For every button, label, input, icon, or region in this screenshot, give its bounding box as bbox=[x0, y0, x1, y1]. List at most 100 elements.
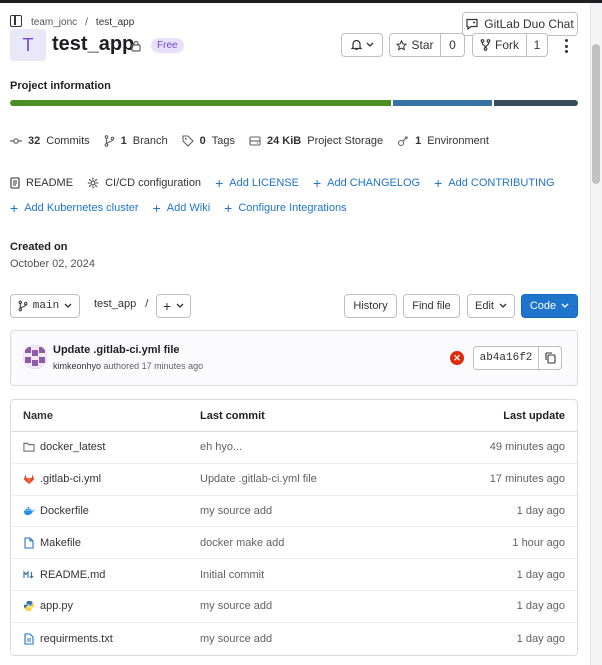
file-name[interactable]: .gitlab-ci.yml bbox=[40, 473, 101, 485]
branch-name: main bbox=[32, 300, 60, 312]
cicd-label: CI/CD configuration bbox=[105, 177, 202, 189]
add-changelog-link[interactable]: + Add CHANGELOG bbox=[313, 175, 420, 191]
add-wiki-link[interactable]: + Add Wiki bbox=[153, 200, 211, 216]
table-row[interactable]: README.md Initial commit 1 day ago bbox=[11, 559, 577, 591]
language-bar-segment bbox=[393, 100, 492, 106]
project-title: test_app bbox=[52, 33, 135, 55]
add-license-link[interactable]: + Add LICENSE bbox=[215, 175, 299, 191]
code-button[interactable]: Code bbox=[521, 294, 578, 318]
fork-button[interactable]: Fork bbox=[472, 33, 527, 57]
folder-icon bbox=[23, 443, 35, 453]
duo-chat-label: GitLab Duo Chat bbox=[484, 17, 574, 31]
edit-label: Edit bbox=[475, 300, 494, 312]
notification-button[interactable] bbox=[341, 33, 383, 57]
table-row[interactable]: Dockerfile my source add 1 day ago bbox=[11, 496, 577, 528]
plus-icon: + bbox=[10, 200, 19, 216]
file-last-commit[interactable]: eh hyo... bbox=[200, 441, 440, 453]
code-label: Code bbox=[529, 300, 557, 312]
history-button[interactable]: History bbox=[344, 294, 397, 318]
copy-sha-button[interactable] bbox=[538, 346, 562, 370]
stat-commits[interactable]: 32 Commits bbox=[10, 135, 90, 147]
file-last-commit[interactable]: docker make add bbox=[200, 537, 440, 549]
star-button[interactable]: Star bbox=[389, 33, 441, 57]
breadcrumb: team_jonc / test_app bbox=[31, 17, 134, 28]
chevron-down-icon bbox=[561, 303, 569, 308]
breadcrumb-project[interactable]: test_app bbox=[96, 17, 134, 28]
created-on-date: October 02, 2024 bbox=[10, 258, 96, 270]
stat-storage[interactable]: 24 KiB Project Storage bbox=[249, 135, 383, 147]
file-name[interactable]: requirments.txt bbox=[40, 633, 113, 645]
repo-path: test_app / bbox=[94, 298, 148, 310]
stat-label: Tags bbox=[211, 135, 235, 147]
star-icon bbox=[396, 39, 408, 51]
file-name[interactable]: Makefile bbox=[40, 537, 81, 549]
gitlab-icon bbox=[24, 474, 34, 485]
pipeline-failed-icon[interactable]: ✕ bbox=[450, 351, 464, 365]
chat-icon bbox=[466, 18, 478, 30]
add-kubernetes-link[interactable]: + Add Kubernetes cluster bbox=[10, 200, 139, 216]
file-last-commit[interactable]: my source add bbox=[200, 633, 440, 645]
file-table-header: Name Last commit Last update bbox=[11, 400, 577, 432]
edit-button[interactable]: Edit bbox=[467, 294, 515, 318]
plus-icon: + bbox=[224, 200, 233, 216]
file-name[interactable]: app.py bbox=[40, 600, 73, 612]
repo-path-root[interactable]: test_app bbox=[94, 298, 136, 310]
created-on-label: Created on bbox=[10, 241, 68, 253]
stat-value: 24 KiB bbox=[267, 135, 302, 147]
file-name[interactable]: README.md bbox=[40, 569, 105, 581]
file-last-commit[interactable]: Update .gitlab-ci.yml file bbox=[200, 473, 440, 485]
tier-badge: Free bbox=[151, 38, 184, 53]
add-to-tree-button[interactable]: + bbox=[156, 294, 191, 318]
readme-label: README bbox=[26, 177, 74, 189]
stat-tags[interactable]: 0 Tags bbox=[182, 135, 235, 147]
project-stats: 32 Commits 1 Branch 0 Tags 24 KiB Projec… bbox=[10, 135, 489, 147]
table-row[interactable]: .gitlab-ci.yml Update .gitlab-ci.yml fil… bbox=[11, 464, 577, 496]
language-bar-segment bbox=[493, 100, 578, 106]
plus-icon: + bbox=[162, 298, 172, 314]
commit-title[interactable]: Update .gitlab-ci.yml file bbox=[53, 344, 180, 356]
header-last-commit: Last commit bbox=[200, 409, 265, 422]
fork-count[interactable]: 1 bbox=[526, 33, 548, 57]
sidebar-toggle-icon[interactable] bbox=[10, 15, 22, 27]
author-avatar[interactable] bbox=[23, 345, 47, 369]
file-name[interactable]: docker_latest bbox=[40, 441, 105, 453]
stat-branches[interactable]: 1 Branch bbox=[104, 135, 168, 147]
readme-link[interactable]: README bbox=[10, 175, 73, 191]
scrollbar-thumb[interactable] bbox=[592, 44, 600, 184]
environment-icon bbox=[398, 136, 408, 147]
fork-icon bbox=[480, 39, 491, 51]
file-last-commit[interactable]: Initial commit bbox=[200, 569, 440, 581]
file-last-commit[interactable]: my source add bbox=[200, 505, 440, 517]
table-row[interactable]: requirments.txt my source add 1 day ago bbox=[11, 623, 577, 655]
stat-value: 1 bbox=[120, 135, 127, 147]
breadcrumb-group[interactable]: team_jonc bbox=[31, 17, 77, 28]
lock-icon bbox=[131, 40, 141, 52]
stat-environments[interactable]: 1 Environment bbox=[397, 135, 489, 147]
plus-icon: + bbox=[152, 200, 161, 216]
file-last-update: 1 day ago bbox=[516, 504, 565, 517]
add-license-label: Add LICENSE bbox=[229, 177, 299, 189]
table-row[interactable]: Makefile docker make add 1 hour ago bbox=[11, 527, 577, 560]
table-row[interactable]: docker_latest eh hyo... 49 minutes ago bbox=[11, 432, 577, 464]
top-bar: team_jonc / test_app GitLab Duo Chat bbox=[0, 3, 590, 36]
file-last-commit[interactable]: my source add bbox=[200, 600, 440, 612]
branch-icon bbox=[18, 300, 28, 312]
commit-icon bbox=[10, 138, 22, 144]
configure-integrations-link[interactable]: + Configure Integrations bbox=[224, 200, 346, 216]
commit-author[interactable]: kimkeonhyo bbox=[53, 361, 101, 371]
file-name[interactable]: Dockerfile bbox=[40, 505, 89, 517]
find-file-button[interactable]: Find file bbox=[403, 294, 460, 318]
stat-label: Environment bbox=[427, 135, 489, 147]
commit-meta: kimkeonhyo authored 17 minutes ago bbox=[53, 361, 203, 371]
commit-sha[interactable]: ab4a16f2 bbox=[473, 346, 539, 370]
table-row[interactable]: app.py my source add 1 day ago bbox=[11, 591, 577, 623]
star-count[interactable]: 0 bbox=[440, 33, 465, 57]
add-contributing-link[interactable]: + Add CONTRIBUTING bbox=[434, 175, 555, 191]
more-actions-icon[interactable] bbox=[558, 37, 574, 55]
commit-authored-text: authored 17 minutes ago bbox=[103, 361, 204, 371]
branch-icon bbox=[104, 135, 114, 147]
bell-icon bbox=[350, 39, 362, 51]
readme-icon bbox=[10, 177, 20, 189]
cicd-config-link[interactable]: CI/CD configuration bbox=[87, 175, 201, 191]
branch-selector[interactable]: main bbox=[10, 294, 80, 318]
